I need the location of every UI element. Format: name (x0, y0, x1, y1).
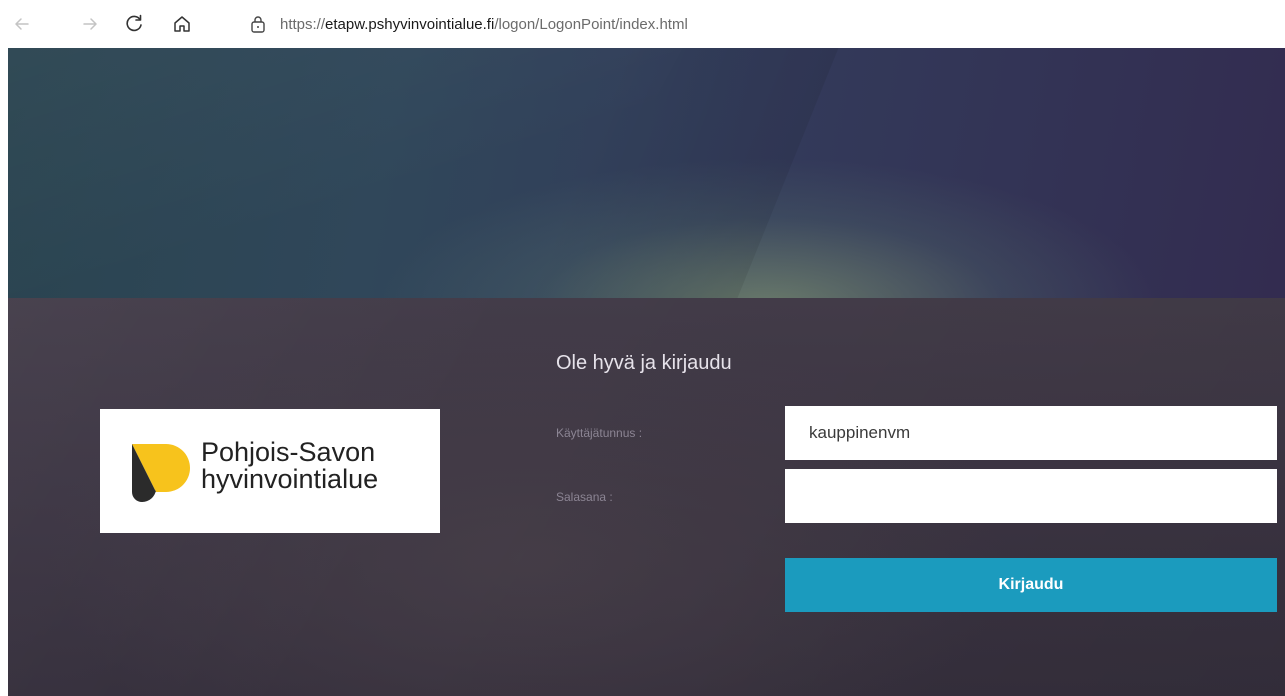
logo-line-2: hyvinvointialue (201, 464, 379, 494)
url-path: /logon/LogonPoint/index.html (494, 15, 688, 33)
home-icon[interactable] (168, 10, 196, 38)
logo-mark-icon (130, 442, 190, 507)
forward-icon[interactable] (76, 10, 104, 38)
address-bar[interactable]: https://etapw.pshyvinvointialue.fi/logon… (228, 8, 1268, 40)
organization-logo: Pohjois-Savon hyvinvointialue (100, 409, 440, 533)
url-scheme: https:// (280, 15, 326, 33)
url-text[interactable]: https://etapw.pshyvinvointialue.fi/logon… (280, 16, 688, 33)
username-field[interactable] (785, 406, 1277, 460)
logo-line-1: Pohjois-Savon (201, 437, 376, 467)
password-label: Salasana : (556, 490, 613, 504)
password-field[interactable] (785, 469, 1277, 523)
reload-icon[interactable] (120, 10, 148, 38)
username-label: Käyttäjätunnus : (556, 426, 643, 440)
lock-icon[interactable] (248, 14, 268, 34)
login-button[interactable]: Kirjaudu (785, 558, 1277, 612)
url-host: etapw.pshyvinvointialue.fi (325, 15, 495, 33)
hero-banner (8, 48, 1285, 298)
login-title: Ole hyvä ja kirjaudu (556, 352, 732, 374)
browser-toolbar: https://etapw.pshyvinvointialue.fi/logon… (0, 0, 1285, 48)
logo-wordmark: Pohjois-Savon hyvinvointialue (201, 439, 378, 493)
back-icon[interactable] (8, 10, 36, 38)
